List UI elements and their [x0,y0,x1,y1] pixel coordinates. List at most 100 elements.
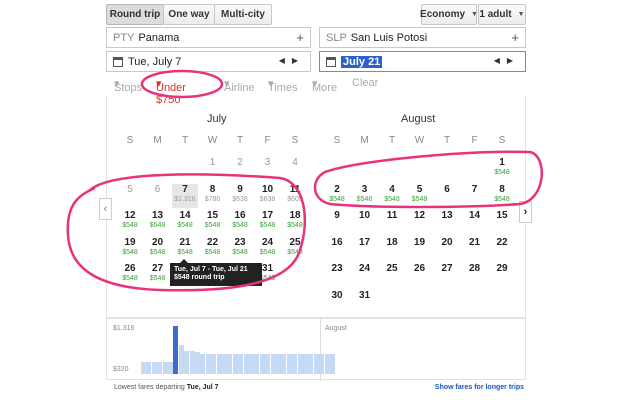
destination-field[interactable]: SLP San Luis Potosi + [319,27,526,48]
calendar-day[interactable]: 31 [352,290,378,314]
calendar-day[interactable]: 20 [434,237,460,261]
price-bar[interactable] [151,362,157,374]
calendar-day[interactable]: 16 [324,237,350,261]
return-date-field[interactable]: July 21 ◀▶ [319,51,526,72]
one-way-tab[interactable]: One way [163,4,215,25]
calendar-day[interactable]: 10 [352,210,378,234]
calendar-day[interactable]: 17 $548 [255,210,281,234]
calendar-day[interactable]: 9 [324,210,350,234]
next-month-button[interactable]: › [519,201,532,223]
calendar-day[interactable]: 10 $638 [255,184,281,208]
passengers-select[interactable]: 1 adult ▼ [478,4,526,25]
calendar-day[interactable]: 6 [434,184,460,208]
longer-trips-link[interactable]: Show fares for longer trips [435,384,524,391]
price-bar[interactable] [211,353,217,374]
price-bar[interactable] [222,353,227,374]
price-bar[interactable] [238,353,244,374]
calendar-day[interactable]: 8 $780 [200,184,226,208]
price-bar[interactable] [259,353,265,374]
calendar-day[interactable]: 6 [145,184,171,208]
price-bar[interactable] [330,353,335,374]
calendar-day[interactable]: 23 [324,263,350,287]
calendar-day[interactable]: 5 [117,184,143,208]
multi-city-tab[interactable]: Multi-city [214,4,272,25]
price-bar[interactable] [265,353,271,374]
price-bar[interactable] [227,353,233,374]
calendar-day[interactable]: 1 [200,157,226,181]
calendar-day[interactable]: 26 $548 [117,263,143,287]
price-bar[interactable] [205,353,211,374]
price-bar[interactable] [232,353,238,374]
calendar-day[interactable]: 15 [489,210,515,234]
origin-field[interactable]: PTY Panama + [106,27,311,48]
calendar-day[interactable]: 7 [462,184,488,208]
calendar-day[interactable]: 12 $548 [117,210,143,234]
add-origin-icon[interactable]: + [296,30,304,45]
price-bar[interactable] [297,353,303,374]
price-filter[interactable]: Under $750 ▾ [156,77,186,106]
calendar-day[interactable]: 20 $548 [145,237,171,261]
calendar-day[interactable]: 16 $548 [227,210,253,234]
price-bar[interactable] [254,353,260,374]
calendar-day[interactable]: 11 $609 [282,184,308,208]
stops-filter[interactable]: Stops ▾ [114,77,142,94]
calendar-day[interactable]: 7 $1,316 [172,183,198,208]
calendar-day[interactable]: 22 [489,237,515,261]
calendar-day[interactable]: 25 $548 [282,237,308,261]
price-bar[interactable] [243,353,249,374]
price-bar[interactable] [308,353,314,374]
price-bar[interactable] [292,353,298,374]
calendar-day[interactable]: 19 [407,237,433,261]
price-bar[interactable] [303,353,308,374]
price-bar[interactable] [141,362,146,374]
calendar-day[interactable]: 3 $548 [352,184,378,208]
calendar-day[interactable]: 14 $548 [172,210,198,234]
calendar-day[interactable]: 26 [407,263,433,287]
calendar-day[interactable]: 2 $548 [324,184,350,208]
price-bar[interactable] [319,353,325,374]
calendar-day[interactable]: 9 $638 [227,184,253,208]
price-bar[interactable] [281,353,287,374]
calendar-day[interactable]: 14 [462,210,488,234]
calendar-day[interactable]: 25 [379,263,405,287]
price-bar[interactable] [173,326,179,374]
date-arrows-icon[interactable]: ◀▶ [279,56,305,65]
times-filter[interactable]: Times ▾ [268,77,298,94]
calendar-day[interactable]: 30 [324,290,350,314]
calendar-day[interactable]: 21 [462,237,488,261]
calendar-day[interactable]: 21 $548 [172,237,198,261]
depart-date-field[interactable]: Tue, July 7 ◀▶ [106,51,311,72]
price-bar[interactable] [200,353,206,374]
price-bar[interactable] [195,351,200,374]
airline-filter[interactable]: Airline ▾ [224,77,255,94]
calendar-day[interactable]: 12 [407,210,433,234]
calendar-day[interactable]: 27 [434,263,460,287]
calendar-day[interactable]: 13 [434,210,460,234]
calendar-day[interactable]: 19 $548 [117,237,143,261]
calendar-day[interactable]: 29 [489,263,515,287]
calendar-day[interactable]: 24 [352,263,378,287]
price-bar[interactable] [216,353,222,374]
cabin-select[interactable]: Economy ▼ [420,4,478,25]
price-bar[interactable] [157,362,163,374]
calendar-day[interactable]: 8 $548 [489,184,515,208]
calendar-day[interactable]: 5 $548 [407,184,433,208]
calendar-day[interactable]: 23 $548 [227,237,253,261]
price-bar[interactable] [184,350,190,374]
more-filter[interactable]: More ▾ [312,77,337,94]
price-bar[interactable] [168,362,173,374]
calendar-day[interactable]: 17 [352,237,378,261]
price-bar[interactable] [286,353,292,374]
calendar-day[interactable]: 4 [282,157,308,181]
calendar-day[interactable]: 4 $548 [379,184,405,208]
calendar-day[interactable]: 11 [379,210,405,234]
calendar-day[interactable]: 18 [379,237,405,261]
price-bar[interactable] [313,353,319,374]
price-bar[interactable] [146,362,152,374]
price-bar[interactable] [270,353,276,374]
calendar-day[interactable]: 27 $548 [145,263,171,287]
calendar-day[interactable]: 28 [462,263,488,287]
calendar-day[interactable]: 15 $548 [200,210,226,234]
calendar-day[interactable]: 18 $548 [282,210,308,234]
price-bar[interactable] [276,353,281,374]
